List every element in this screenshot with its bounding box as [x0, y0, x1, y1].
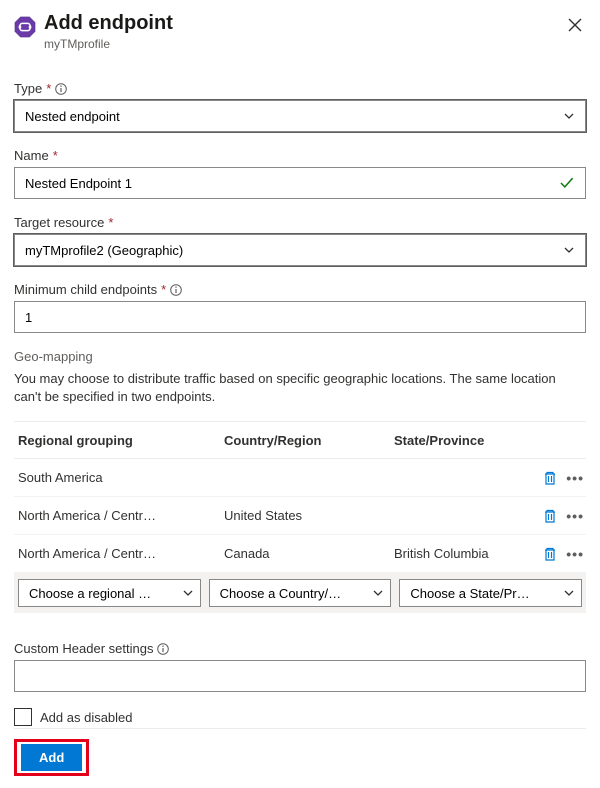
trash-icon — [542, 508, 558, 524]
info-icon[interactable] — [170, 284, 182, 296]
chevron-down-icon — [563, 110, 575, 122]
page-subtitle: myTMprofile — [44, 37, 564, 51]
more-button[interactable]: ••• — [564, 468, 586, 488]
custom-header-label: Custom Header settings — [14, 641, 153, 656]
info-icon[interactable] — [157, 643, 169, 655]
name-input-wrapper — [14, 167, 586, 199]
geo-dropdown-row: Choose a regional … Choose a Country/… C… — [14, 573, 586, 613]
dd-placeholder: Choose a State/Pr… — [410, 586, 529, 601]
geo-section-title: Geo-mapping — [14, 349, 586, 364]
name-input[interactable] — [25, 176, 559, 191]
cell-rg: North America / Centr… — [18, 546, 224, 561]
more-icon: ••• — [566, 508, 584, 524]
required-marker: * — [46, 81, 51, 96]
type-value: Nested endpoint — [25, 109, 120, 124]
col-state-province: State/Province — [394, 433, 586, 448]
traffic-manager-icon — [14, 16, 36, 38]
chevron-down-icon — [182, 587, 194, 599]
trash-icon — [542, 546, 558, 562]
checkmark-icon — [559, 175, 575, 191]
required-marker: * — [108, 215, 113, 230]
chevron-down-icon — [372, 587, 384, 599]
cell-rg: North America / Centr… — [18, 508, 224, 523]
col-regional-grouping: Regional grouping — [18, 433, 224, 448]
info-icon[interactable] — [55, 83, 67, 95]
custom-header-input-wrapper — [14, 660, 586, 692]
target-value: myTMprofile2 (Geographic) — [25, 243, 183, 258]
target-label: Target resource — [14, 215, 104, 230]
add-button[interactable]: Add — [21, 744, 82, 771]
required-marker: * — [53, 148, 58, 163]
cell-sp: British Columbia — [394, 546, 540, 561]
chevron-down-icon — [563, 244, 575, 256]
more-button[interactable]: ••• — [564, 506, 586, 526]
dd-placeholder: Choose a regional … — [29, 586, 151, 601]
table-row: North America / Centr… Canada British Co… — [14, 535, 586, 573]
min-child-label: Minimum child endpoints — [14, 282, 157, 297]
add-as-disabled-label: Add as disabled — [40, 710, 133, 725]
col-country-region: Country/Region — [224, 433, 394, 448]
cell-cr: Canada — [224, 546, 394, 561]
table-row: South America ••• — [14, 459, 586, 497]
geo-section-desc: You may choose to distribute traffic bas… — [14, 370, 586, 405]
delete-button[interactable] — [540, 468, 560, 488]
more-button[interactable]: ••• — [564, 544, 586, 564]
cell-rg: South America — [18, 470, 224, 485]
close-icon — [568, 18, 582, 32]
dd-placeholder: Choose a Country/… — [220, 586, 341, 601]
type-dropdown[interactable]: Nested endpoint — [14, 100, 586, 132]
more-icon: ••• — [566, 546, 584, 562]
table-row: North America / Centr… United States ••• — [14, 497, 586, 535]
highlight-box: Add — [14, 739, 89, 776]
country-region-dropdown[interactable]: Choose a Country/… — [209, 579, 392, 607]
chevron-down-icon — [563, 587, 575, 599]
geo-table-header: Regional grouping Country/Region State/P… — [14, 421, 586, 459]
page-title: Add endpoint — [44, 12, 564, 35]
state-province-dropdown[interactable]: Choose a State/Pr… — [399, 579, 582, 607]
target-dropdown[interactable]: myTMprofile2 (Geographic) — [14, 234, 586, 266]
regional-grouping-dropdown[interactable]: Choose a regional … — [18, 579, 201, 607]
min-child-input-wrapper — [14, 301, 586, 333]
required-marker: * — [161, 282, 166, 297]
more-icon: ••• — [566, 470, 584, 486]
cell-cr: United States — [224, 508, 394, 523]
delete-button[interactable] — [540, 506, 560, 526]
type-label: Type — [14, 81, 42, 96]
name-label: Name — [14, 148, 49, 163]
custom-header-input[interactable] — [25, 669, 575, 684]
min-child-input[interactable] — [25, 310, 575, 325]
trash-icon — [542, 470, 558, 486]
add-as-disabled-checkbox[interactable] — [14, 708, 32, 726]
delete-button[interactable] — [540, 544, 560, 564]
close-button[interactable] — [564, 12, 586, 41]
